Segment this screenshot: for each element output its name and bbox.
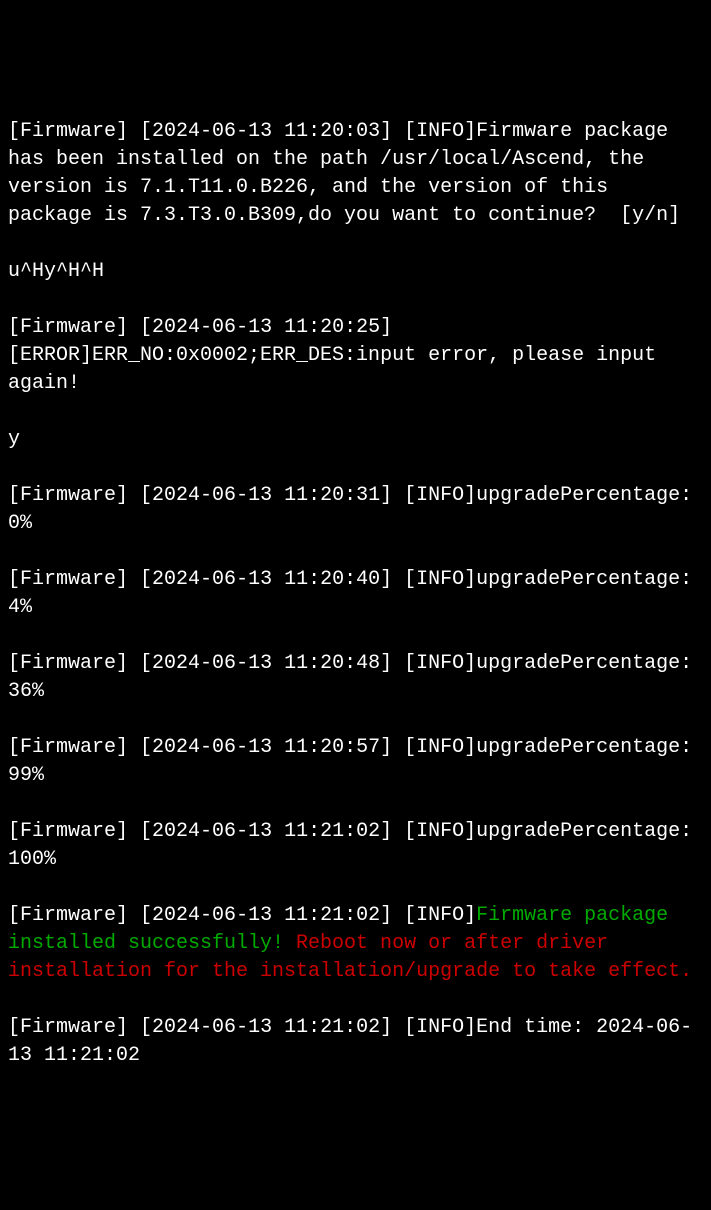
log-line-progress-4: [Firmware] [2024-06-13 11:20:40] [INFO]u… — [8, 566, 703, 622]
log-line-end-time: [Firmware] [2024-06-13 11:21:02] [INFO]E… — [8, 1014, 703, 1070]
user-input-y: y — [8, 426, 703, 454]
log-line-progress-36: [Firmware] [2024-06-13 11:20:48] [INFO]u… — [8, 650, 703, 706]
log-line-install-prompt: [Firmware] [2024-06-13 11:20:03] [INFO]F… — [8, 118, 703, 230]
log-line-success: [Firmware] [2024-06-13 11:21:02] [INFO]F… — [8, 902, 703, 986]
log-line-error: [Firmware] [2024-06-13 11:20:25] [ERROR]… — [8, 314, 703, 398]
log-line-progress-0: [Firmware] [2024-06-13 11:20:31] [INFO]u… — [8, 482, 703, 538]
log-line-progress-99: [Firmware] [2024-06-13 11:20:57] [INFO]u… — [8, 734, 703, 790]
log-line-progress-100: [Firmware] [2024-06-13 11:21:02] [INFO]u… — [8, 818, 703, 874]
user-input-garbled: u^Hy^H^H — [8, 258, 703, 286]
